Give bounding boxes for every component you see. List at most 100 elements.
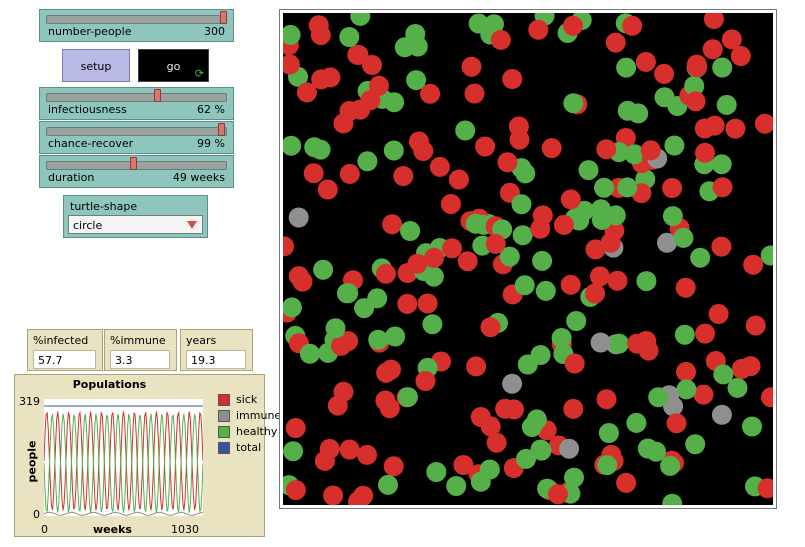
slider-handle[interactable]	[218, 123, 225, 136]
immune-person	[590, 332, 611, 353]
sick-person	[685, 91, 706, 112]
sick-person	[616, 472, 637, 493]
healthy-person	[313, 259, 334, 280]
sick-person	[393, 166, 414, 186]
slider-handle[interactable]	[220, 11, 227, 24]
sick-person	[704, 115, 725, 136]
immune-person	[711, 404, 732, 425]
sick-person	[457, 251, 478, 272]
sick-person	[622, 15, 643, 36]
sick-person	[375, 263, 396, 284]
refresh-arrows-icon: ⟳	[194, 67, 204, 80]
slider-value: 62 %	[197, 103, 225, 116]
healthy-person	[283, 135, 302, 156]
healthy-person	[551, 328, 572, 348]
turtle-shape-chooser[interactable]: turtle-shape circle	[63, 195, 208, 238]
monitor-value: 3.3	[110, 350, 170, 369]
sick-person	[605, 32, 626, 53]
sick-person	[497, 152, 518, 173]
healthy-person	[422, 314, 443, 335]
healthy-person	[468, 13, 489, 34]
chooser-label: turtle-shape	[70, 200, 138, 213]
slider-handle[interactable]	[130, 157, 137, 170]
legend-swatch	[218, 409, 230, 422]
healthy-person	[385, 326, 406, 347]
y-axis-label: people	[25, 440, 39, 483]
healthy-person	[662, 206, 683, 227]
monitor-value: 57.7	[33, 350, 96, 369]
chance-recover-slider[interactable]: chance-recover 99 %	[39, 121, 234, 154]
sick-person	[466, 356, 487, 377]
sick-person	[743, 254, 764, 275]
sick-person	[553, 214, 574, 235]
healthy-person	[394, 37, 415, 58]
infected-monitor: %infected 57.7	[27, 329, 103, 371]
world-view[interactable]	[279, 9, 777, 509]
duration-slider[interactable]: duration 49 weeks	[39, 155, 234, 188]
infectiousness-slider[interactable]: infectiousness 62 %	[39, 87, 234, 120]
sick-person	[327, 395, 348, 416]
sick-person	[635, 51, 656, 72]
slider-value: 99 %	[197, 137, 225, 150]
sick-person	[761, 387, 773, 408]
healthy-person	[378, 474, 398, 495]
go-button[interactable]: go ⟳	[138, 49, 209, 82]
sick-person	[703, 13, 724, 29]
plot-area	[44, 399, 203, 516]
sick-person	[528, 19, 549, 40]
sick-person	[560, 274, 581, 295]
healthy-person	[338, 283, 359, 304]
healthy-person	[637, 438, 658, 459]
setup-button[interactable]: setup	[62, 49, 130, 82]
healthy-person	[628, 103, 649, 124]
sick-person	[502, 69, 523, 89]
populations-plot: Populations 319 0 people 0 weeks 1030 si…	[14, 374, 281, 537]
chooser-select[interactable]: circle	[68, 215, 203, 234]
healthy-person	[465, 213, 486, 234]
legend-item-healthy: healthy	[218, 425, 277, 438]
x-max-label: 1030	[171, 523, 199, 536]
sick-person	[638, 340, 659, 361]
sick-person	[285, 480, 306, 501]
healthy-person	[446, 476, 467, 496]
sick-person	[480, 416, 501, 437]
sick-person	[640, 140, 661, 161]
sick-person	[596, 389, 617, 410]
sick-person	[532, 205, 553, 226]
sick-person	[711, 236, 732, 257]
world-canvas[interactable]	[283, 13, 773, 505]
slider-handle[interactable]	[154, 89, 161, 102]
sick-person	[695, 142, 715, 163]
healthy-person	[716, 94, 737, 115]
sick-person	[708, 304, 729, 324]
sick-person	[564, 353, 585, 374]
healthy-person	[512, 225, 533, 246]
slider-value: 300	[204, 25, 225, 38]
healthy-person	[598, 423, 619, 443]
healthy-person	[685, 434, 706, 455]
immune-person	[502, 373, 523, 394]
sick-person	[509, 129, 530, 150]
healthy-person	[616, 57, 637, 78]
healthy-person	[617, 177, 638, 198]
sick-person	[339, 439, 360, 460]
sick-series-line	[44, 410, 203, 511]
healthy-person	[357, 151, 378, 172]
healthy-person	[712, 57, 733, 78]
healthy-person	[676, 379, 697, 400]
number-people-slider[interactable]: number-people 300	[39, 9, 234, 42]
sick-person	[560, 189, 581, 210]
healthy-person	[674, 324, 695, 345]
sick-person	[702, 39, 723, 60]
sick-person	[541, 138, 562, 159]
healthy-person	[383, 140, 404, 161]
healthy-person	[648, 387, 669, 408]
legend-swatch	[218, 393, 230, 406]
sick-person	[383, 456, 404, 477]
sick-person	[662, 178, 683, 198]
healthy-person	[354, 298, 375, 319]
sick-person	[461, 56, 482, 77]
healthy-person	[673, 227, 694, 248]
sick-person	[504, 399, 524, 420]
healthy-person	[283, 297, 302, 318]
